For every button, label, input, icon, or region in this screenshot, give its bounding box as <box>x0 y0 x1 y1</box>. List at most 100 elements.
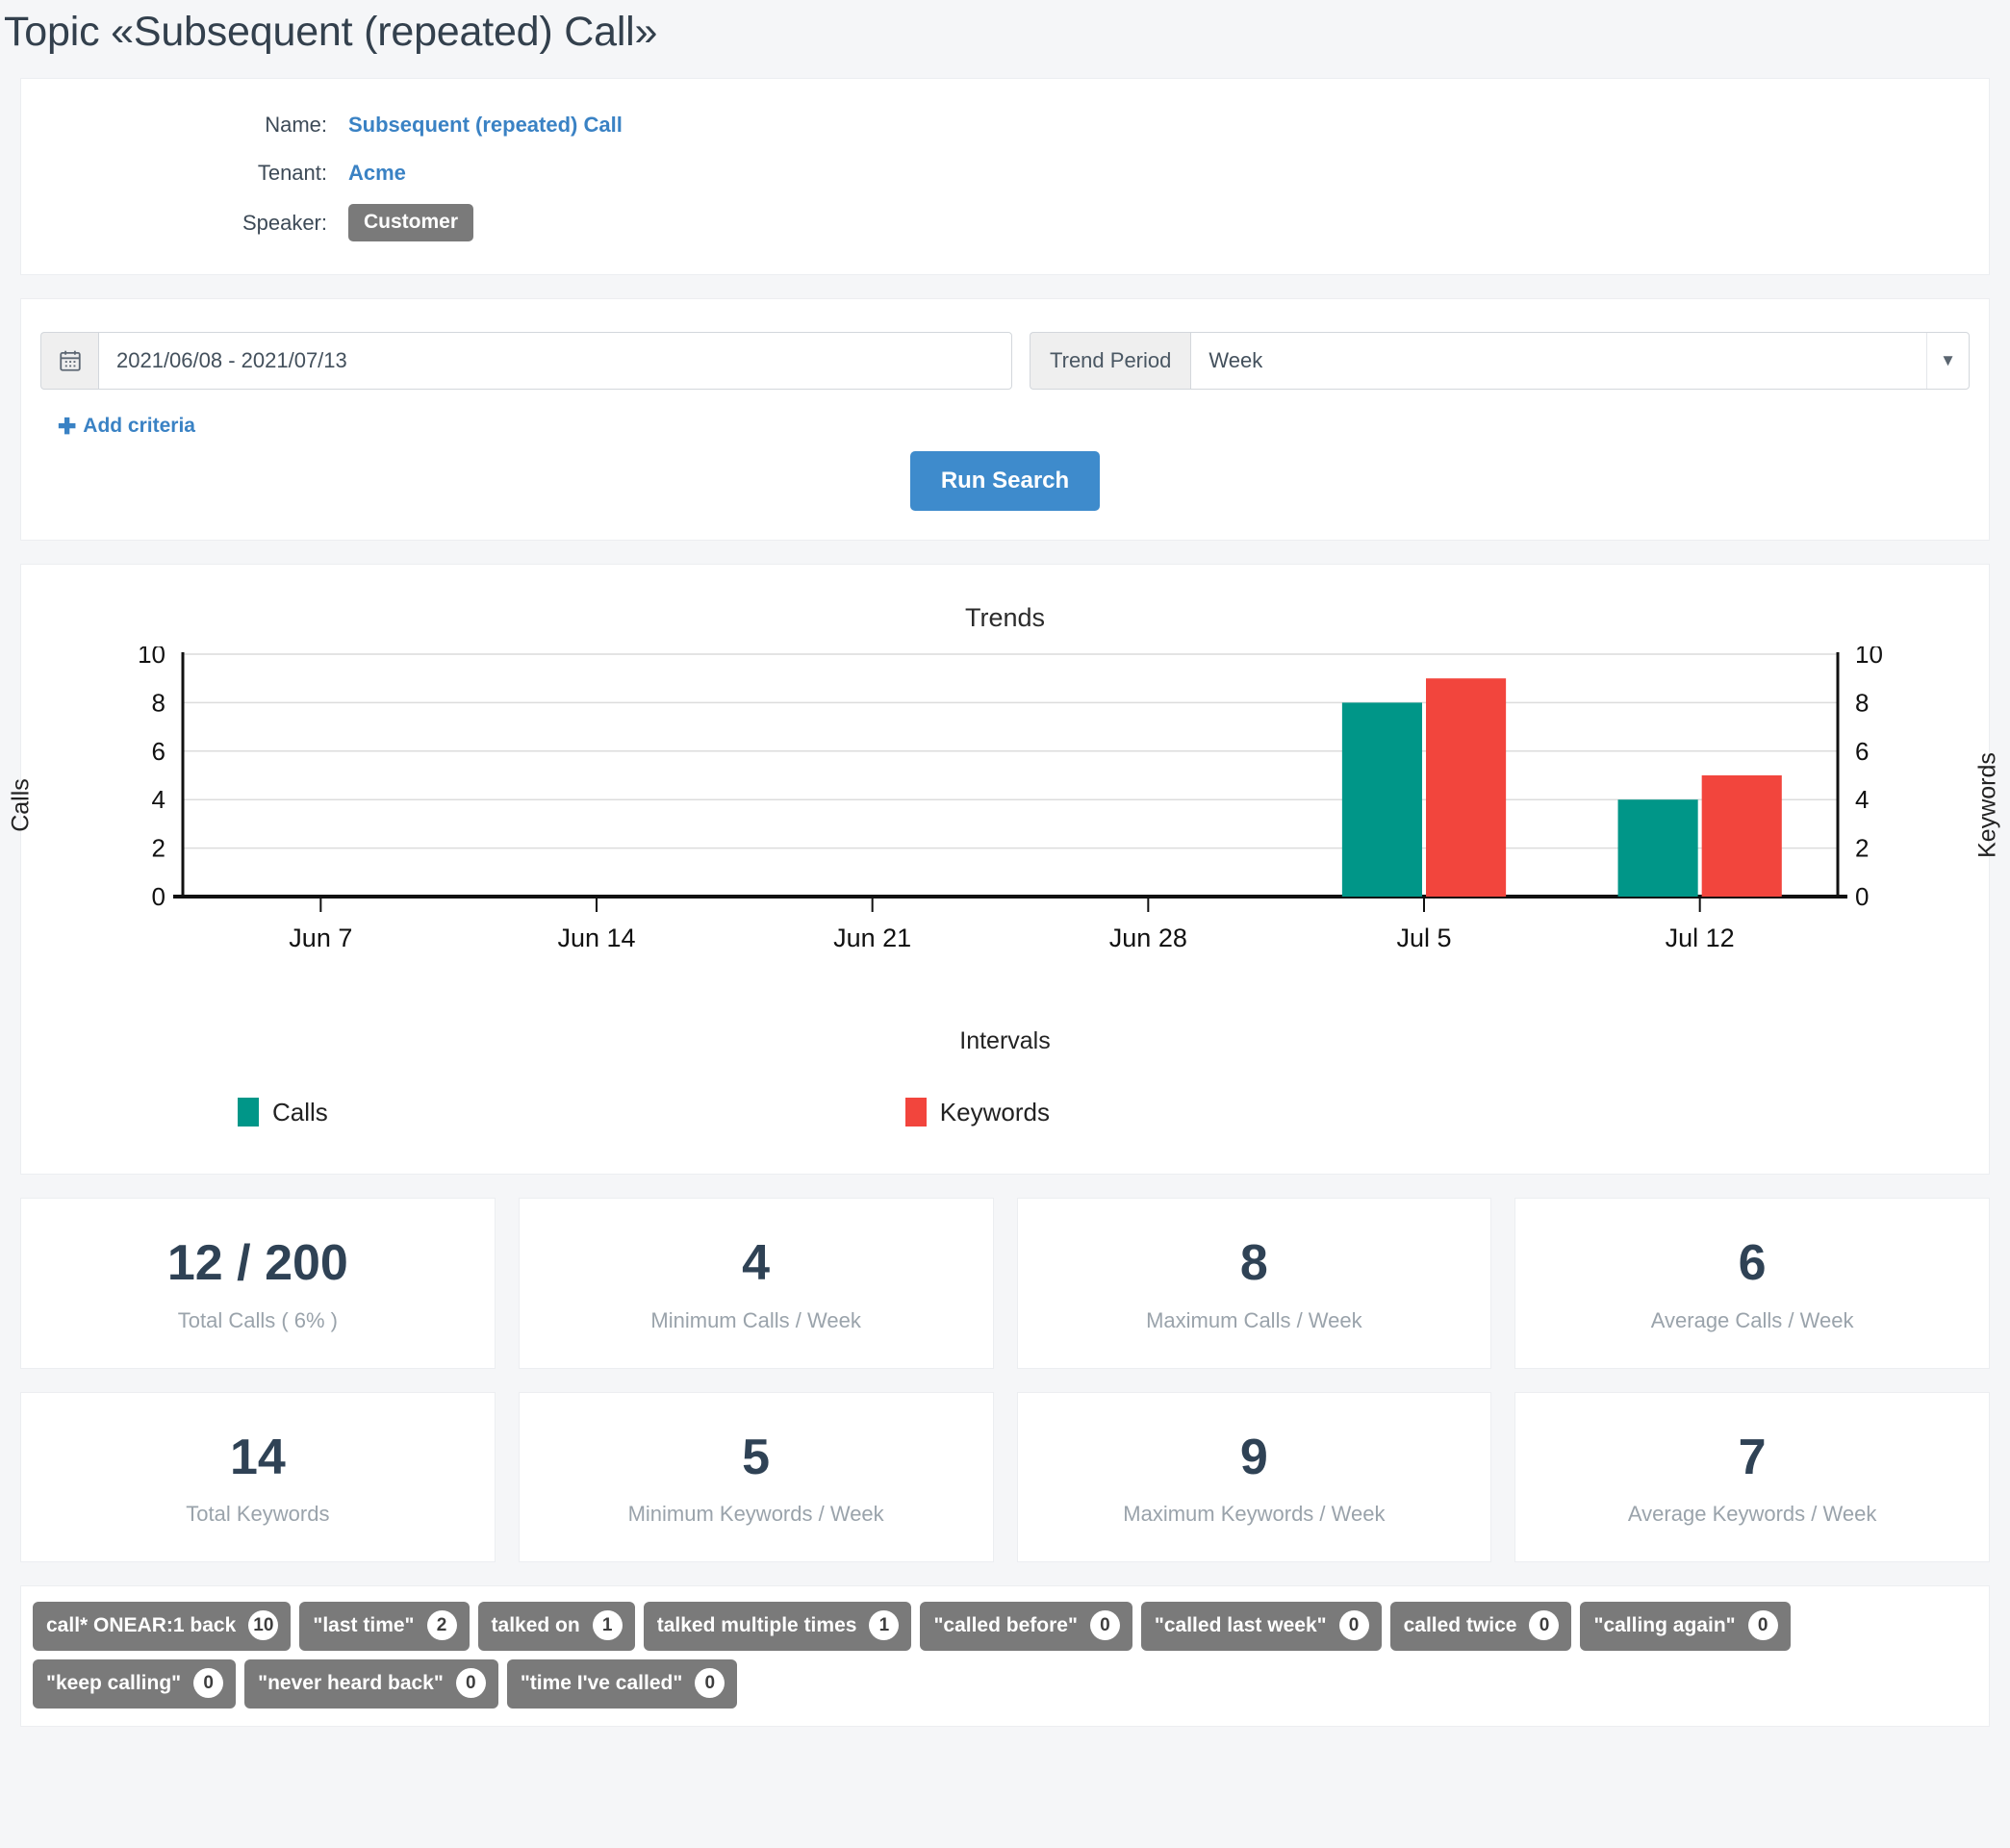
stats-row-keywords: 14 Total Keywords 5 Minimum Keywords / Week… <box>20 1391 1990 1563</box>
stat-card: 7 Average Keywords / Week <box>1514 1391 1990 1563</box>
meta-row-name: Name: Subsequent (repeated) Call <box>21 108 1989 142</box>
keyword-chip-count: 10 <box>248 1610 279 1641</box>
run-search-button[interactable]: Run Search <box>909 450 1101 511</box>
keyword-chip[interactable]: talked multiple times 1 <box>643 1602 912 1652</box>
svg-text:2: 2 <box>1855 833 1869 862</box>
keyword-chip[interactable]: "last time" 2 <box>299 1602 470 1652</box>
trend-period-value: Week <box>1209 348 1263 373</box>
keyword-chip-label: called twice <box>1403 1614 1517 1637</box>
keyword-chips-panel: call* ONEAR:1 back 10 "last time" 2 talked o… <box>20 1585 1990 1728</box>
add-criteria-button[interactable]: ✚ Add criteria <box>58 415 195 438</box>
stat-label: Minimum Calls / Week <box>650 1307 861 1332</box>
legend-swatch-keywords-icon <box>904 1098 927 1127</box>
name-value-link[interactable]: Subsequent (repeated) Call <box>348 113 623 138</box>
topic-meta-panel: Name: Subsequent (repeated) Call Tenant:… <box>20 78 1990 276</box>
stat-value: 6 <box>1738 1234 1767 1291</box>
add-criteria-label: Add criteria <box>83 415 195 438</box>
chart-title: Trends <box>964 602 1046 632</box>
keyword-chip[interactable]: called twice 0 <box>1389 1602 1572 1652</box>
keyword-chip[interactable]: "time I've called" 0 <box>506 1659 738 1709</box>
keyword-chip-label: "time I've called" <box>520 1672 683 1695</box>
stat-card: 9 Maximum Keywords / Week <box>1016 1391 1492 1563</box>
speaker-badge: Customer <box>348 204 474 242</box>
search-controls-row: Trend Period Week ▼ <box>40 332 1970 391</box>
tenant-label: Tenant: <box>257 161 327 186</box>
keyword-chip-label: "calling again" <box>1593 1614 1736 1637</box>
svg-text:10: 10 <box>1855 646 1883 669</box>
keyword-chip-count: 0 <box>1338 1610 1369 1641</box>
trends-bar-chart: 0 0 2 2 4 4 6 6 8 8 10 10 Jun 7 Jun 14 Jun 21 Jun 28 Jul… <box>138 640 1883 952</box>
keyword-chip-label: "never heard back" <box>258 1672 444 1695</box>
svg-text:Jun 21: Jun 21 <box>833 924 911 952</box>
trends-chart-panel: Trends Calls Keywords 0 0 2 2 4 4 6 6 8 8 10 10 Jun … <box>7 563 2001 1175</box>
stat-card: 6 Average Calls / Week <box>1514 1197 1990 1369</box>
calendar-icon[interactable] <box>40 332 98 391</box>
stat-value: 5 <box>742 1429 771 1485</box>
stat-value: 7 <box>1738 1429 1767 1485</box>
svg-text:10: 10 <box>138 646 165 669</box>
svg-text:6: 6 <box>152 737 165 766</box>
stat-card: 8 Maximum Calls / Week <box>1016 1197 1492 1369</box>
chart-plot-area: Calls Keywords 0 0 2 2 4 4 6 6 8 8 10 10 Jun 7 Jun 14… <box>7 640 2000 964</box>
page-title: Topic «Subsequent (repeated) Call» <box>4 9 658 55</box>
trend-period-label: Trend Period <box>1030 332 1191 391</box>
search-panel: Trend Period Week ▼ ✚ Add criteria Run S… <box>20 298 1990 541</box>
keyword-chip[interactable]: "calling again" 0 <box>1580 1602 1791 1652</box>
svg-text:Jun 14: Jun 14 <box>557 924 635 952</box>
page-header: Topic «Subsequent (repeated) Call» <box>0 0 2010 79</box>
svg-text:0: 0 <box>152 882 165 911</box>
keyword-chip-count: 0 <box>695 1668 725 1699</box>
tenant-value-link[interactable]: Acme <box>348 161 406 186</box>
keyword-chip[interactable]: talked on 1 <box>477 1602 635 1652</box>
keyword-chip-label: "called before" <box>933 1614 1078 1637</box>
svg-text:Jun 7: Jun 7 <box>289 924 352 952</box>
stat-label: Maximum Keywords / Week <box>1123 1502 1386 1527</box>
keyword-chip-count: 2 <box>426 1610 457 1641</box>
stat-label: Maximum Calls / Week <box>1146 1307 1362 1332</box>
daterange-input[interactable] <box>98 332 1012 391</box>
stat-label: Total Keywords <box>186 1502 330 1527</box>
legend-item-calls[interactable]: Calls <box>238 1098 328 1127</box>
spacer <box>0 1562 2010 1586</box>
svg-text:6: 6 <box>1855 737 1869 766</box>
plus-icon: ✚ <box>58 413 77 439</box>
spacer <box>0 1368 2010 1392</box>
daterange-group <box>40 332 1012 391</box>
keyword-chip-label: "called last week" <box>1154 1614 1327 1637</box>
trend-period-select[interactable]: Week ▼ <box>1190 332 1970 391</box>
meta-row-speaker: Speaker: Customer <box>21 204 1989 242</box>
keyword-chip[interactable]: "keep calling" 0 <box>33 1659 237 1709</box>
svg-text:Jul 12: Jul 12 <box>1666 924 1735 952</box>
meta-row-tenant: Tenant: Acme <box>21 156 1989 190</box>
keyword-chip-count: 0 <box>1747 1610 1778 1641</box>
legend-label: Keywords <box>939 1097 1050 1127</box>
svg-text:Jun 28: Jun 28 <box>1109 924 1187 952</box>
trend-period-group: Trend Period Week ▼ <box>1030 332 1970 391</box>
stat-value: 4 <box>742 1234 771 1291</box>
stats-row-calls: 12 / 200 Total Calls ( 6% ) 4 Minimum Calls… <box>20 1197 1990 1369</box>
page-root: Topic «Subsequent (repeated) Call» Name:… <box>0 0 2010 1748</box>
legend-item-keywords[interactable]: Keywords <box>904 1097 1050 1127</box>
name-label: Name: <box>265 113 327 138</box>
stat-label: Minimum Keywords / Week <box>627 1502 884 1527</box>
keyword-chip[interactable]: call* ONEAR:1 back 10 <box>33 1602 292 1652</box>
stat-label: Average Calls / Week <box>1650 1307 1854 1332</box>
keyword-chip-count: 1 <box>869 1610 900 1641</box>
keyword-chip-label: talked multiple times <box>656 1614 857 1637</box>
stat-value: 12 / 200 <box>166 1234 348 1291</box>
chevron-down-icon[interactable]: ▼ <box>1926 333 1969 390</box>
keyword-chip[interactable]: "called before" 0 <box>920 1602 1132 1652</box>
y2-axis-label: Keywords <box>1973 751 2001 858</box>
keyword-chip-count: 0 <box>1089 1610 1120 1641</box>
keyword-chip-count: 0 <box>193 1668 224 1699</box>
legend-label: Calls <box>272 1097 328 1127</box>
svg-text:Jul 5: Jul 5 <box>1396 924 1451 952</box>
svg-text:4: 4 <box>152 785 165 814</box>
speaker-label: Speaker: <box>242 210 327 235</box>
spacer <box>0 540 2010 564</box>
keyword-chip[interactable]: "called last week" 0 <box>1140 1602 1382 1652</box>
stat-card: 12 / 200 Total Calls ( 6% ) <box>20 1197 496 1369</box>
keyword-chip[interactable]: "never heard back" 0 <box>244 1659 498 1709</box>
svg-text:4: 4 <box>1855 785 1869 814</box>
